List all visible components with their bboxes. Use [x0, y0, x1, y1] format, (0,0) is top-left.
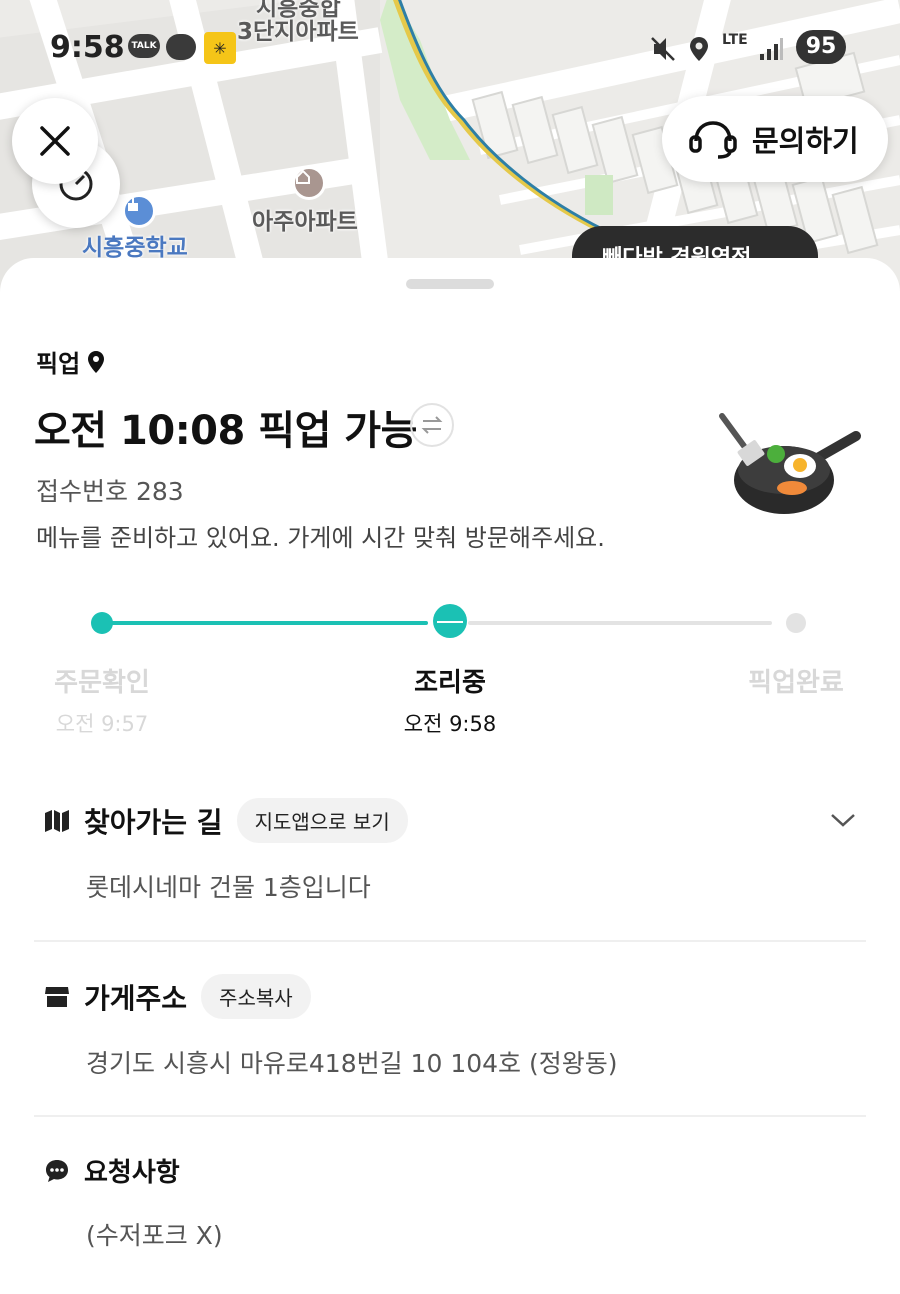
- section-divider: [34, 940, 866, 942]
- lte-icon: LTE: [722, 32, 748, 48]
- map-icon: [45, 809, 69, 832]
- step-label-cooking: 조리중: [414, 668, 486, 698]
- directions-header[interactable]: 찾아가는 길 지도앱으로 보기: [44, 798, 408, 843]
- store-icon: [45, 986, 69, 1007]
- status-bar: 9:58 TALK ✳ LTE 95: [0, 18, 900, 78]
- location-icon: [690, 37, 708, 61]
- step-dot-confirmed: [91, 612, 113, 634]
- section-divider: [34, 1115, 866, 1117]
- requests-body: (수저포크 X): [86, 1221, 223, 1250]
- copy-address-button[interactable]: 주소복사: [201, 974, 311, 1019]
- pickup-time: 오전 10:08 픽업 가능: [34, 408, 417, 454]
- requests-title: 요청사항: [84, 1158, 180, 1188]
- requests-header: 요청사항: [44, 1152, 180, 1189]
- close-button[interactable]: [12, 98, 98, 184]
- step-time-cooking: 오전 9:58: [403, 712, 497, 736]
- address-body: 경기도 시흥시 마유로418번길 10 104호 (정왕동): [86, 1049, 618, 1078]
- speech-bubble-icon: [46, 1159, 68, 1182]
- swap-arrows-icon: [421, 416, 443, 434]
- directions-title: 찾아가는 길: [84, 805, 223, 839]
- cooking-bowl-icon: [433, 604, 467, 638]
- signal-icon: [760, 38, 783, 60]
- chat-bubble-icon: [166, 34, 196, 60]
- open-map-app-button[interactable]: 지도앱으로 보기: [236, 798, 408, 843]
- frying-pan-illustration: [719, 413, 861, 514]
- swap-button[interactable]: [410, 403, 454, 447]
- location-pin-icon: [88, 350, 105, 373]
- inquiry-button[interactable]: 문의하기: [662, 96, 888, 182]
- chevron-down-icon[interactable]: [830, 812, 856, 828]
- vibrate-mute-icon: [651, 37, 675, 61]
- battery-indicator: 95: [796, 30, 846, 64]
- close-icon: [40, 126, 70, 156]
- directions-body: 롯데시네마 건물 1층입니다: [86, 873, 371, 902]
- map-label-apartment-2: 아주아파트: [252, 209, 358, 235]
- address-header: 가게주소 주소복사: [44, 974, 311, 1019]
- app-notification-icon: ✳: [204, 32, 236, 64]
- progress-line-pending: [468, 621, 772, 625]
- status-time: 9:58: [50, 30, 125, 65]
- step-label-confirmed: 주문확인: [54, 668, 150, 698]
- pickup-label: 픽업: [36, 350, 81, 378]
- order-status-sheet: 픽업 오전 10:08 픽업 가능 접수번호 283 메뉴를 준비하고 있어요.…: [0, 258, 900, 1294]
- map-label-school: 시흥중학교: [82, 235, 188, 261]
- talk-icon: TALK: [128, 34, 160, 58]
- order-progress: 주문확인 오전 9:57 조리중 오전 9:58 픽업완료: [0, 598, 900, 758]
- step-label-pickup-done: 픽업완료: [748, 668, 844, 698]
- inquiry-label: 문의하기: [752, 124, 859, 158]
- step-time-confirmed: 오전 9:57: [55, 712, 149, 736]
- school-pin-icon: [122, 194, 156, 228]
- headset-icon: [689, 121, 737, 159]
- address-title: 가게주소: [84, 981, 188, 1015]
- receipt-number: 접수번호 283: [36, 477, 184, 506]
- pickup-message: 메뉴를 준비하고 있어요. 가게에 시간 맞춰 방문해주세요.: [36, 524, 605, 552]
- pickup-label-row: 픽업: [36, 344, 106, 379]
- sheet-drag-handle[interactable]: [406, 279, 494, 289]
- map-pin-icon: [292, 166, 326, 200]
- progress-line-done: [102, 621, 428, 625]
- step-dot-pickup-done: [786, 613, 806, 633]
